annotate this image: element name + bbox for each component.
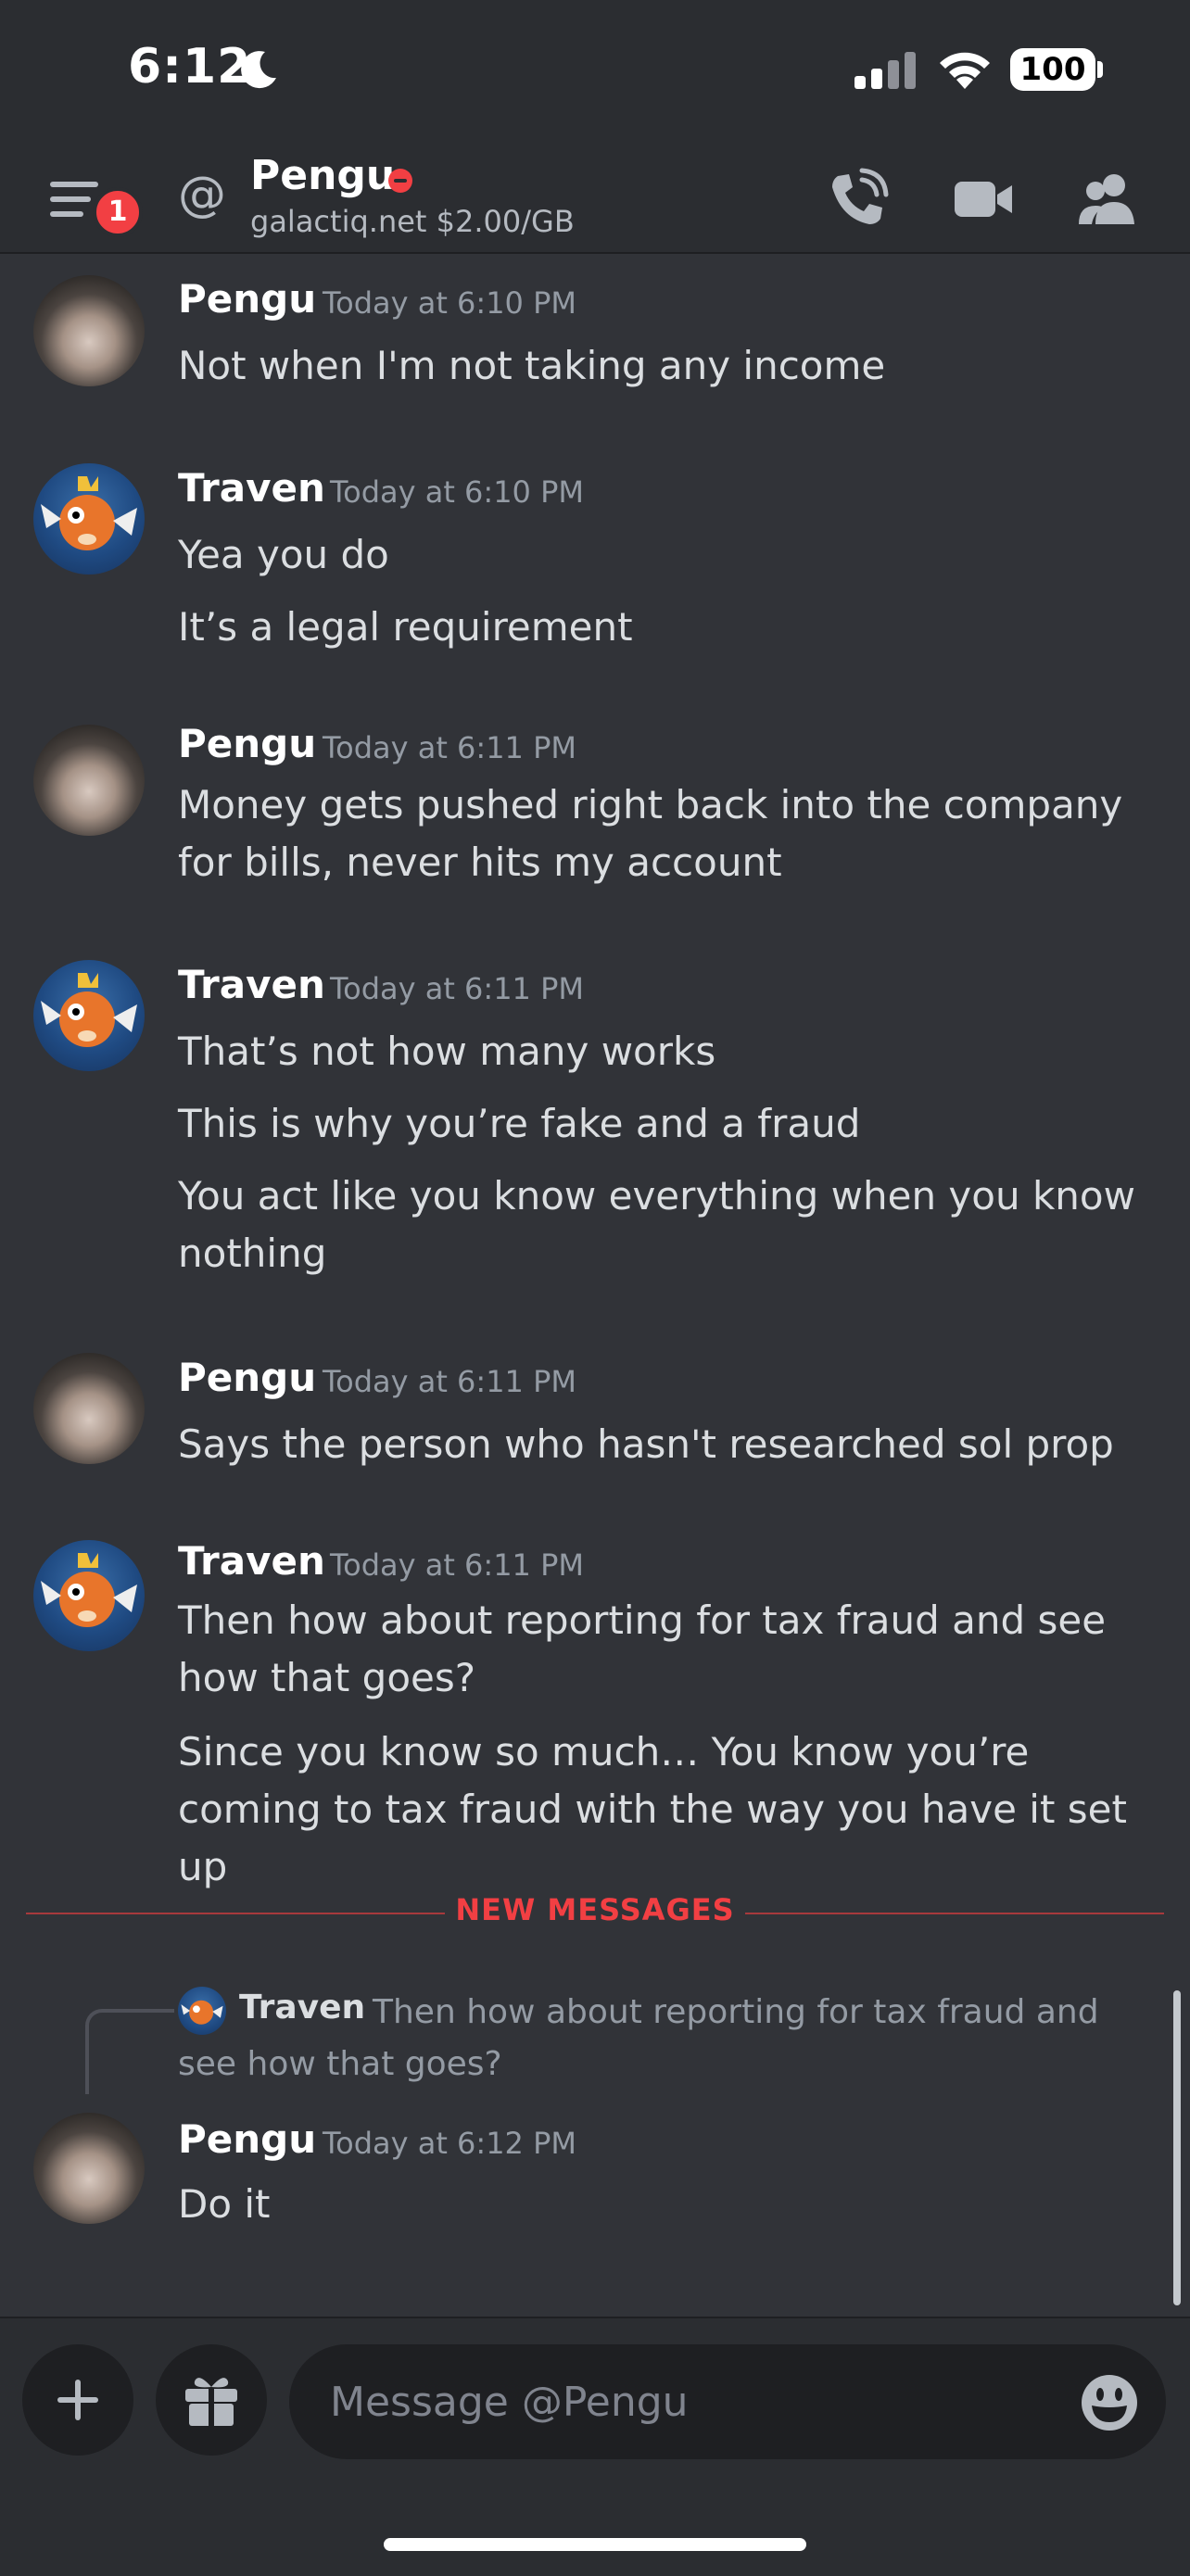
message-timestamp: Today at 6:12 PM [323,2126,576,2161]
message-timestamp: Today at 6:10 PM [330,474,584,510]
gift-icon [185,2378,237,2426]
message-author[interactable]: Pengu [178,1355,316,1400]
message-text: Yea you do [178,532,389,577]
dnd-status-icon [388,169,412,193]
reply-avatar-traven [178,1987,226,2035]
message-timestamp: Today at 6:11 PM [330,1547,584,1583]
scrollbar[interactable] [1173,1990,1181,2305]
avatar-traven[interactable] [33,463,145,575]
message-text: Do it [178,2181,271,2227]
status-bar: 6:12 100 [0,0,1190,139]
unread-badge: 1 [93,187,143,237]
emoji-button[interactable] [1079,2372,1140,2433]
message-timestamp: Today at 6:11 PM [323,730,576,765]
gift-button[interactable] [156,2344,267,2456]
message-timestamp: Today at 6:11 PM [323,1364,576,1399]
battery-indicator: 100 [1010,48,1095,91]
message-input[interactable] [289,2344,1166,2459]
plus-icon [57,2380,98,2420]
message-author[interactable]: Traven [178,465,325,511]
message-text: It’s a legal requirement [178,604,633,650]
message-text: You act like you know everything when yo… [178,1173,1135,1276]
message-author[interactable]: Pengu [178,276,316,322]
avatar-pengu[interactable] [33,2113,145,2224]
message-text: That’s not how many works [178,1029,716,1074]
cellular-signal-icon [855,52,916,89]
avatar-pengu[interactable] [33,275,145,386]
message-composer [0,2317,1190,2576]
video-call-button[interactable] [951,167,1016,232]
message-timestamp: Today at 6:10 PM [323,285,576,321]
message-author[interactable]: Pengu [178,2116,316,2162]
message-author[interactable]: Traven [178,1538,325,1584]
message-text: Since you know so much… You know you’re … [178,1729,1127,1889]
moon-icon [241,51,276,89]
magikarp-avatar-icon [41,1553,137,1627]
reply-connector [85,2009,174,2094]
message-text: Then how about reporting for tax fraud a… [178,1597,1107,1700]
magikarp-avatar-icon [41,973,137,1047]
reply-quoted-author[interactable]: Traven [239,1989,365,2027]
message-timestamp: Today at 6:11 PM [330,971,584,1006]
message-text: Not when I'm not taking any income [178,343,886,388]
new-messages-label: NEW MESSAGES [445,1892,745,1927]
call-button[interactable] [825,167,890,232]
magikarp-avatar-icon [41,476,137,550]
avatar-pengu[interactable] [33,725,145,836]
battery-nub [1097,61,1103,78]
channel-name[interactable]: Pengu [250,152,395,199]
channel-status: galactiq.net $2.00/GB [250,204,575,239]
members-icon [1079,174,1134,224]
emoji-icon [1082,2375,1137,2431]
message-text: Money gets pushed right back into the co… [178,782,1123,885]
home-indicator[interactable] [384,2538,806,2551]
avatar-traven[interactable] [33,1540,145,1651]
dm-header: 1 @ Pengu galactiq.net $2.00/GB [0,139,1190,254]
status-time: 6:12 [128,39,252,95]
at-icon: @ [178,167,226,222]
message-author[interactable]: Pengu [178,721,316,766]
call-icon [832,168,889,224]
wifi-icon [940,52,990,89]
message-author[interactable]: Traven [178,962,325,1007]
avatar-traven[interactable] [33,960,145,1071]
avatar-pengu[interactable] [33,1353,145,1464]
magikarp-avatar-icon [181,2000,223,2025]
member-list-button[interactable] [1075,167,1140,232]
message-text: Says the person who hasn't researched so… [178,1421,1114,1467]
message-text: This is why you’re fake and a fraud [178,1101,861,1146]
attach-button[interactable] [22,2344,133,2456]
video-icon [955,182,1012,217]
